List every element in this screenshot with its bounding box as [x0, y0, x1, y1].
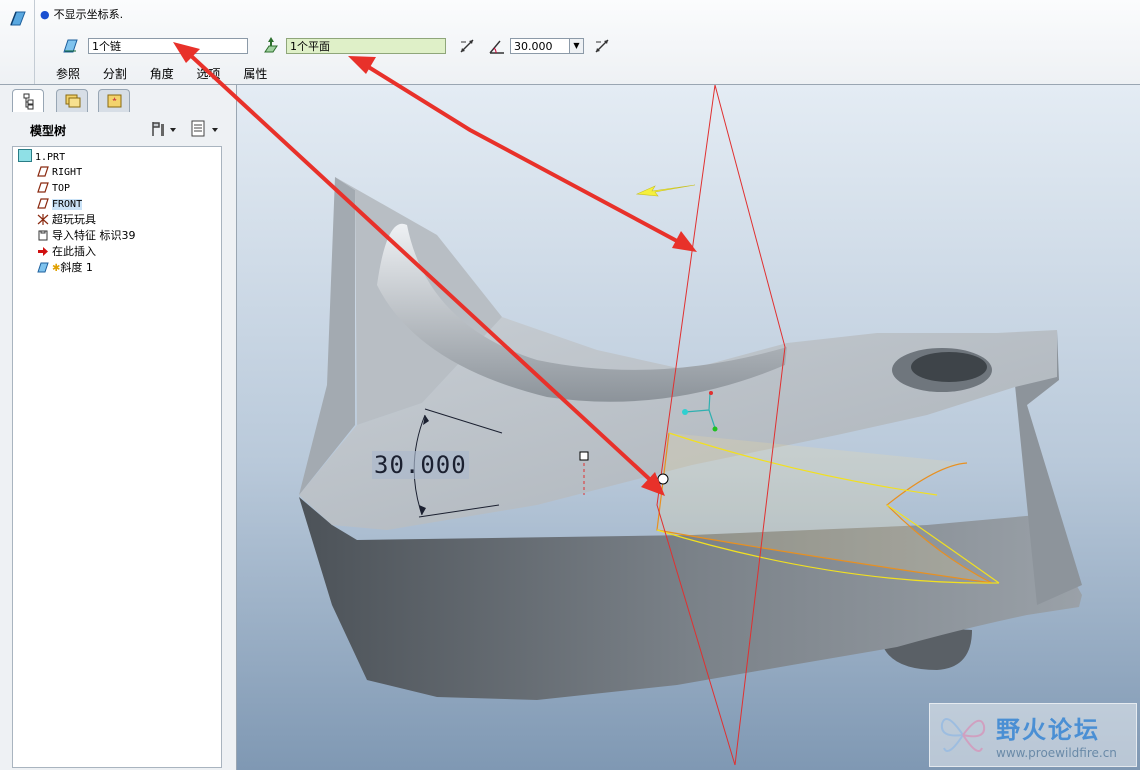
tree-item-front[interactable]: FRONT	[37, 197, 83, 212]
flip-angle-icon[interactable]	[593, 37, 611, 55]
datum-plane-icon	[37, 182, 49, 193]
tab-favorites[interactable]	[98, 89, 130, 112]
model-tree-icon	[23, 93, 34, 110]
model-tree: 1.PRT RIGHT TOP FRONT 超玩玩具 导入特征 标识39 在此插…	[12, 146, 222, 768]
pull-direction-field[interactable]: 1个平面	[286, 38, 446, 54]
model-tree-title: 模型树	[30, 124, 67, 138]
draft-angle-icon	[489, 40, 504, 54]
tab-split[interactable]: 分割	[103, 67, 127, 81]
tab-model-tree[interactable]	[12, 89, 44, 112]
csys-origin	[682, 409, 688, 415]
model-tree-header: 模型树	[4, 115, 232, 143]
tree-item-import-feature[interactable]: 导入特征 标识39	[37, 228, 136, 243]
draft-tool-icon-area	[0, 0, 35, 84]
watermark-url: www.proewildfire.cn	[996, 746, 1117, 760]
watermark-logo: 野火论坛 www.proewildfire.cn	[929, 703, 1137, 767]
tree-item-draft[interactable]: ✱斜度 1	[37, 260, 93, 275]
import-feature-icon	[38, 230, 48, 241]
tab-folder-browser[interactable]	[56, 89, 88, 112]
tree-item-top[interactable]: TOP	[37, 181, 70, 196]
tree-item-insert-here[interactable]: 在此插入	[37, 244, 96, 259]
model-graphics	[299, 85, 1082, 766]
tree-item-csys[interactable]: 超玩玩具	[37, 212, 96, 227]
draft-angle-input[interactable]: 30.000 ▼	[510, 38, 584, 54]
status-message: ● 不显示坐标系.	[40, 8, 124, 21]
tab-options[interactable]: 选项	[197, 67, 221, 81]
pull-direction-arrow[interactable]	[635, 184, 696, 197]
tab-properties[interactable]: 属性	[243, 67, 267, 81]
draft-drag-handle[interactable]	[579, 451, 589, 461]
csys-z-tip	[709, 391, 713, 395]
pull-direction-icon[interactable]	[262, 36, 280, 54]
tree-item-part[interactable]: 1.PRT	[18, 149, 65, 164]
folder-browser-icon	[65, 94, 81, 108]
angle-dropdown-arrow-icon[interactable]: ▼	[569, 39, 583, 53]
draft-feature-icon	[37, 262, 49, 273]
flip-direction-icon[interactable]	[458, 37, 476, 55]
show-menu-icon[interactable]	[190, 120, 222, 138]
tab-references[interactable]: 参照	[56, 67, 80, 81]
favorites-icon	[107, 94, 122, 108]
draft-tool-icon	[10, 11, 26, 26]
part-icon	[18, 149, 32, 162]
draft-surface-collector-icon[interactable]	[62, 37, 80, 55]
tree-item-right[interactable]: RIGHT	[37, 165, 82, 180]
insert-here-arrow-icon	[38, 247, 48, 256]
draft-hinges-field[interactable]: 1个链	[88, 38, 248, 54]
navigator-panel: 模型树 1.PRT RIGHT TOP FRONT 超玩玩具 导入特征 标识39	[0, 85, 237, 770]
datum-plane-icon	[37, 166, 49, 177]
datum-plane-icon	[37, 198, 49, 209]
butterfly-logo-icon	[940, 718, 986, 752]
angle-dimension-label[interactable]: 30.000	[372, 451, 469, 479]
graphics-viewport[interactable]: 30.000 野火论坛 www.proewildfire.cn	[237, 85, 1140, 770]
csys-y-tip	[712, 426, 718, 432]
hinge-point-handle[interactable]	[657, 473, 669, 485]
dashboard-tabs: 参照 分割 角度 选项 属性	[56, 65, 286, 82]
watermark-title: 野火论坛	[996, 716, 1100, 744]
csys-icon	[37, 214, 49, 225]
tab-angles[interactable]: 角度	[150, 67, 174, 81]
oval-pocket-inner	[911, 352, 987, 382]
draft-dashboard: ● 不显示坐标系. 1个链 1个平面 30.000 ▼ 参照 分割 角度 选项 属…	[0, 0, 1140, 85]
settings-icon[interactable]	[150, 120, 178, 138]
